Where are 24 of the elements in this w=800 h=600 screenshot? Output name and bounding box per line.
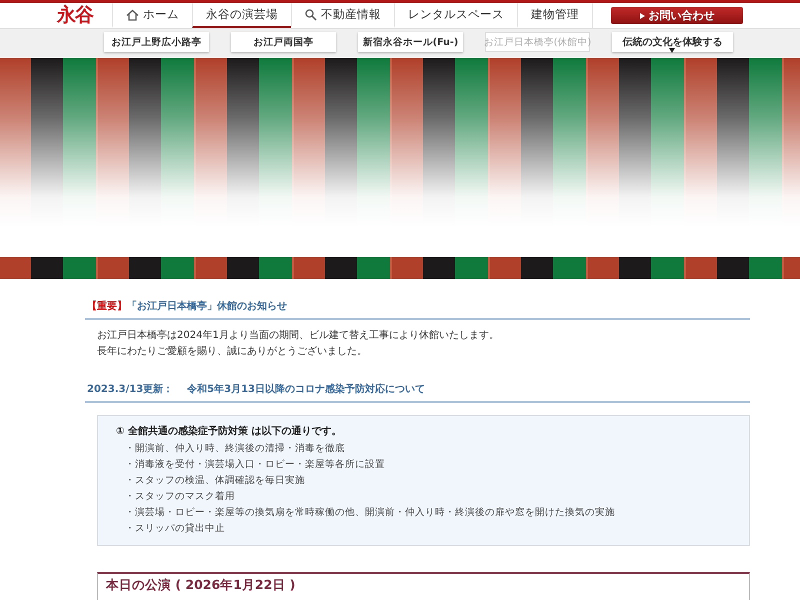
play-icon <box>640 12 644 18</box>
site-logo[interactable]: 永谷 <box>57 3 112 28</box>
contact-button[interactable]: お問い合わせ <box>611 7 743 24</box>
measure-item: ・消毒液を受付・演芸場入口・ロビー・楽屋等各所に設置 <box>124 458 386 472</box>
caret-icon <box>669 48 675 53</box>
notice-text: 長年にわたりご愛顧を賜り、誠にありがとうございました。 <box>97 344 368 359</box>
notice-heading[interactable]: 【重要】「お江戸日本橋亭」休館のお知らせ <box>85 299 750 320</box>
update-link[interactable]: 令和5年3月13日以降のコロナ感染予防対応について <box>187 382 426 396</box>
notice-text: お江戸日本橋亭は2024年1月より当面の期間、ビル建て替え工事により休館いたします。 <box>97 328 500 343</box>
home-icon <box>126 8 139 20</box>
venue-button[interactable]: お江戸両国亭 <box>231 32 336 52</box>
measure-item: ・スタッフの検温、体調確認を毎日実施 <box>124 474 306 488</box>
search-icon <box>305 8 317 20</box>
measure-item: ・スタッフのマスク着用 <box>124 490 236 504</box>
panel-heading: ① 全館共通の感染症予防対策 は以下の通りです。 <box>116 424 342 438</box>
dropdown-button[interactable]: 伝統の文化を体験する <box>612 32 733 52</box>
measure-item: ・開演前、仲入り時、終演後の清掃・消毒を徹底 <box>124 442 346 456</box>
measure-item: ・スリッパの貸出中止 <box>124 522 226 536</box>
section-title: 本日の公演 ( 2026年1月22日 ) <box>106 577 296 592</box>
venue-button[interactable]: 新宿永谷ホール(Fu-) <box>358 32 463 52</box>
update-date: 2023.3/13更新： <box>87 382 174 396</box>
venue-button[interactable]: お江戸上野広小路亭 <box>104 32 209 52</box>
nav-tab[interactable]: 永谷の演芸場 <box>192 3 291 28</box>
measure-item: ・演芸場・ロビー・楽屋等の換気扇を常時稼働の他、開演前・仲入り時・終演後の扉や窓を開けた換気の実施 <box>124 506 616 520</box>
